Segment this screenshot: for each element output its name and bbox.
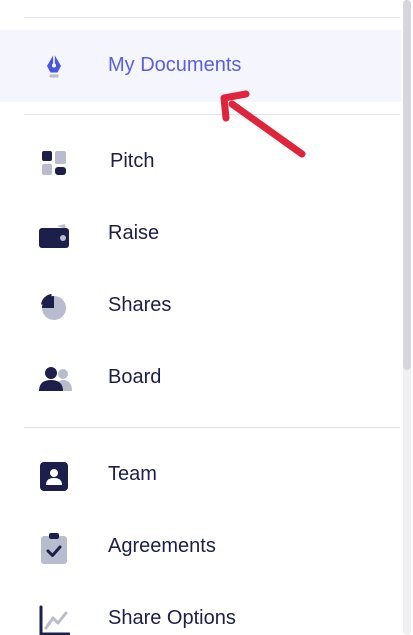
sidebar-item-agreements[interactable]: Agreements [0,511,401,583]
sidebar-item-pitch[interactable]: Pitch [0,126,401,198]
sidebar-item-label: Agreements [108,535,216,557]
scrollbar-thumb[interactable] [403,0,411,370]
sidebar-item-shares[interactable]: Shares [0,270,401,342]
wallet-icon [38,219,70,251]
sidebar-item-label: Raise [108,222,160,244]
pen-nib-icon [38,51,70,83]
divider-section-2 [24,427,400,428]
line-chart-icon [38,604,70,635]
id-badge-icon [38,460,70,492]
sidebar-item-label: Shares [108,294,172,316]
pie-chart-icon [38,291,70,323]
sidebar-item-label: My Documents [108,54,242,76]
divider-section-1 [24,114,400,115]
users-icon [38,363,74,395]
sidebar-item-share-options[interactable]: Share Options [0,583,401,635]
scrollbar[interactable] [401,0,413,635]
clipboard-check-icon [38,532,70,564]
sidebar-item-raise[interactable]: Raise [0,198,401,270]
sidebar-item-label: Team [108,463,157,485]
sidebar-item-label: Board [108,366,162,388]
sidebar-item-board[interactable]: Board [0,342,401,414]
sidebar-item-label: Pitch [110,150,155,172]
dashboard-tiles-icon [38,147,70,179]
sidebar-item-label: Share Options [108,607,236,629]
sidebar-item-team[interactable]: Team [0,439,401,511]
sidebar-screenshot: My Documents Pitch Raise Shares Board Te… [0,0,413,635]
divider-top [24,17,400,18]
sidebar-item-my-documents[interactable]: My Documents [0,30,401,102]
